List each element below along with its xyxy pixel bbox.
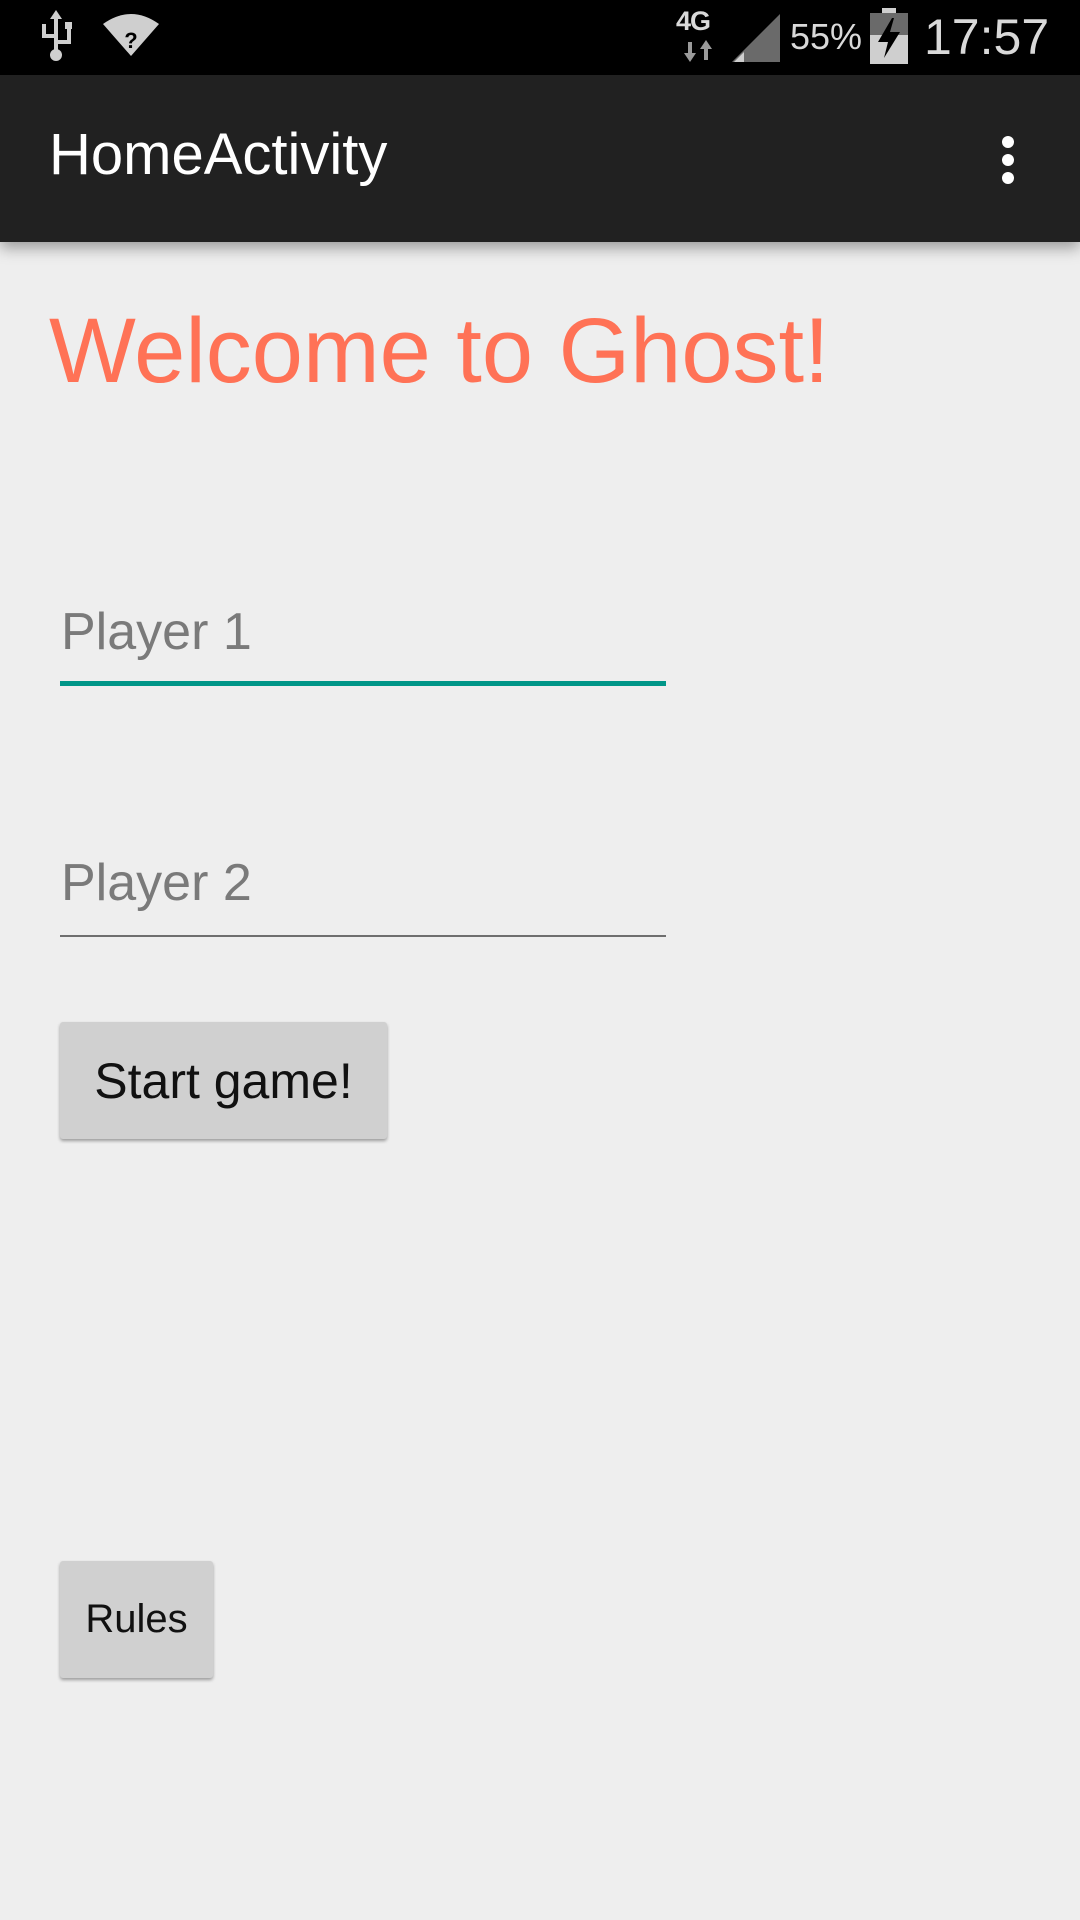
rules-button[interactable]: Rules	[60, 1561, 213, 1678]
clock: 17:57	[924, 9, 1050, 65]
more-vert-icon[interactable]	[988, 125, 1028, 195]
status-bar: ? 4G 55% 17:57	[0, 0, 1080, 75]
usb-icon	[38, 10, 74, 66]
signal-icon	[732, 12, 782, 66]
player1-placeholder: Player 1	[61, 603, 252, 661]
network-type-label: 4G	[676, 6, 711, 36]
svg-text:?: ?	[124, 28, 137, 53]
player2-underline	[60, 935, 666, 937]
app-title: HomeActivity	[49, 122, 388, 187]
wifi-icon: ?	[103, 12, 159, 60]
menu-dot	[1002, 154, 1014, 166]
menu-dot	[1002, 136, 1014, 148]
action-bar: HomeActivity	[0, 75, 1080, 242]
player2-placeholder: Player 2	[61, 854, 252, 912]
data-arrows-icon	[684, 40, 714, 66]
player1-underline	[60, 681, 666, 686]
battery-percent: 55%	[790, 16, 863, 57]
battery-charging-icon	[870, 8, 908, 68]
player2-input[interactable]: Player 2	[60, 857, 666, 937]
start-game-button[interactable]: Start game!	[60, 1022, 387, 1139]
welcome-heading: Welcome to Ghost!	[49, 300, 830, 402]
player1-input[interactable]: Player 1	[60, 606, 666, 686]
menu-dot	[1002, 172, 1014, 184]
